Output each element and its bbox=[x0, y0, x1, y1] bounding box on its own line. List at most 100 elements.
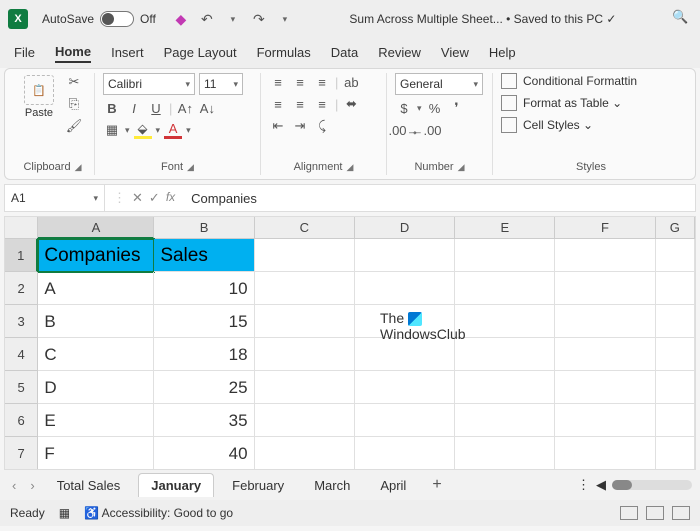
font-color-icon[interactable]: A bbox=[164, 121, 182, 139]
italic-button[interactable]: I bbox=[125, 99, 143, 117]
fill-color-icon[interactable]: ⬙ bbox=[134, 121, 152, 139]
cell[interactable] bbox=[555, 404, 655, 437]
sheet-menu-icon[interactable]: ⋮ bbox=[577, 477, 590, 493]
cell-f1[interactable] bbox=[555, 239, 655, 272]
horizontal-scrollbar[interactable] bbox=[612, 480, 692, 490]
sheet-next-icon[interactable]: › bbox=[26, 478, 38, 493]
qat-customize-icon[interactable]: ▾ bbox=[276, 10, 294, 28]
accessibility-status[interactable]: ♿ Accessibility: Good to go bbox=[84, 506, 233, 520]
scroll-left-icon[interactable]: ◀ bbox=[596, 477, 606, 493]
menu-insert[interactable]: Insert bbox=[111, 45, 144, 62]
merge-icon[interactable]: ⬌ bbox=[342, 95, 360, 113]
align-left-icon[interactable]: ≡ bbox=[269, 95, 287, 113]
autosave-control[interactable]: AutoSave Off bbox=[42, 11, 156, 27]
cut-icon[interactable]: ✂ bbox=[65, 73, 83, 91]
sheet-tab[interactable]: March bbox=[302, 474, 362, 497]
format-painter-icon[interactable]: 🖌 bbox=[65, 117, 83, 135]
font-size-combo[interactable]: 11▾ bbox=[199, 73, 243, 95]
row-header[interactable]: 7 bbox=[5, 437, 38, 470]
row-header[interactable]: 4 bbox=[5, 338, 38, 371]
cell[interactable] bbox=[355, 338, 455, 371]
increase-font-icon[interactable]: A↑ bbox=[176, 99, 194, 117]
cell[interactable]: B bbox=[38, 305, 154, 338]
cell[interactable] bbox=[255, 305, 355, 338]
cell[interactable]: 40 bbox=[154, 437, 254, 470]
sheet-tab[interactable]: Total Sales bbox=[45, 474, 133, 497]
align-top-icon[interactable]: ≡ bbox=[269, 73, 287, 91]
cell[interactable]: F bbox=[38, 437, 154, 470]
cell[interactable] bbox=[555, 338, 655, 371]
formula-input[interactable]: Companies bbox=[183, 191, 695, 206]
row-header[interactable]: 2 bbox=[5, 272, 38, 305]
undo-icon[interactable]: ↶ bbox=[198, 10, 216, 28]
cell-styles-button[interactable]: Cell Styles ⌄ bbox=[501, 117, 681, 133]
align-right-icon[interactable]: ≡ bbox=[313, 95, 331, 113]
percent-icon[interactable]: % bbox=[426, 99, 444, 117]
menu-home[interactable]: Home bbox=[55, 44, 91, 63]
enter-formula-icon[interactable]: ✓ bbox=[149, 190, 160, 206]
alignment-launcher-icon[interactable]: ◢ bbox=[347, 162, 354, 173]
cell[interactable] bbox=[455, 305, 555, 338]
redo-icon[interactable]: ↷ bbox=[250, 10, 268, 28]
row-header[interactable]: 6 bbox=[5, 404, 38, 437]
cell[interactable]: 35 bbox=[154, 404, 254, 437]
page-layout-view-icon[interactable] bbox=[646, 506, 664, 520]
align-bottom-icon[interactable]: ≡ bbox=[313, 73, 331, 91]
cell[interactable] bbox=[355, 371, 455, 404]
fx-icon[interactable]: fx bbox=[166, 190, 175, 206]
underline-button[interactable]: U bbox=[147, 99, 165, 117]
row-header[interactable]: 5 bbox=[5, 371, 38, 404]
font-launcher-icon[interactable]: ◢ bbox=[187, 162, 194, 173]
cell[interactable]: 10 bbox=[154, 272, 254, 305]
orientation-icon[interactable]: ⤹ bbox=[313, 117, 331, 135]
save-icon[interactable]: ◆ bbox=[172, 10, 190, 28]
align-center-icon[interactable]: ≡ bbox=[291, 95, 309, 113]
cell-b1[interactable]: Sales bbox=[154, 239, 254, 272]
sheet-prev-icon[interactable]: ‹ bbox=[8, 478, 20, 493]
cell[interactable] bbox=[656, 338, 695, 371]
wrap-text-icon[interactable]: ab bbox=[342, 73, 360, 91]
sheet-tab[interactable]: February bbox=[220, 474, 296, 497]
col-header-f[interactable]: F bbox=[555, 217, 655, 239]
cell[interactable] bbox=[455, 404, 555, 437]
menu-review[interactable]: Review bbox=[378, 45, 421, 62]
cell[interactable] bbox=[255, 371, 355, 404]
cell-c1[interactable] bbox=[255, 239, 355, 272]
col-header-e[interactable]: E bbox=[455, 217, 555, 239]
decrease-font-icon[interactable]: A↓ bbox=[198, 99, 216, 117]
cell[interactable] bbox=[555, 371, 655, 404]
cell[interactable] bbox=[255, 437, 355, 470]
cell[interactable] bbox=[255, 272, 355, 305]
cell[interactable]: 18 bbox=[154, 338, 254, 371]
increase-indent-icon[interactable]: ⇥ bbox=[291, 117, 309, 135]
copy-icon[interactable]: ⎘ bbox=[65, 95, 83, 113]
cell[interactable] bbox=[455, 371, 555, 404]
col-header-a[interactable]: A bbox=[38, 217, 154, 239]
menu-help[interactable]: Help bbox=[489, 45, 516, 62]
border-icon[interactable]: ▦ bbox=[103, 121, 121, 139]
col-header-b[interactable]: B bbox=[154, 217, 254, 239]
cell-e1[interactable] bbox=[455, 239, 555, 272]
cell[interactable] bbox=[555, 272, 655, 305]
cell[interactable] bbox=[656, 437, 695, 470]
cell[interactable] bbox=[355, 272, 455, 305]
number-launcher-icon[interactable]: ◢ bbox=[458, 162, 465, 173]
cell[interactable]: 25 bbox=[154, 371, 254, 404]
col-header-c[interactable]: C bbox=[255, 217, 355, 239]
cell-g1[interactable] bbox=[656, 239, 695, 272]
cell[interactable] bbox=[555, 305, 655, 338]
cell[interactable] bbox=[555, 437, 655, 470]
cell[interactable] bbox=[455, 338, 555, 371]
cell[interactable] bbox=[656, 272, 695, 305]
number-format-combo[interactable]: General▾ bbox=[395, 73, 483, 95]
bold-button[interactable]: B bbox=[103, 99, 121, 117]
decrease-indent-icon[interactable]: ⇤ bbox=[269, 117, 287, 135]
col-header-g[interactable]: G bbox=[656, 217, 695, 239]
cell[interactable] bbox=[255, 404, 355, 437]
conditional-formatting-button[interactable]: Conditional Formattin bbox=[501, 73, 681, 89]
cell[interactable] bbox=[656, 305, 695, 338]
clipboard-launcher-icon[interactable]: ◢ bbox=[75, 162, 82, 173]
menu-formulas[interactable]: Formulas bbox=[257, 45, 311, 62]
comma-icon[interactable]: ❜ bbox=[448, 99, 466, 117]
cell[interactable] bbox=[455, 437, 555, 470]
